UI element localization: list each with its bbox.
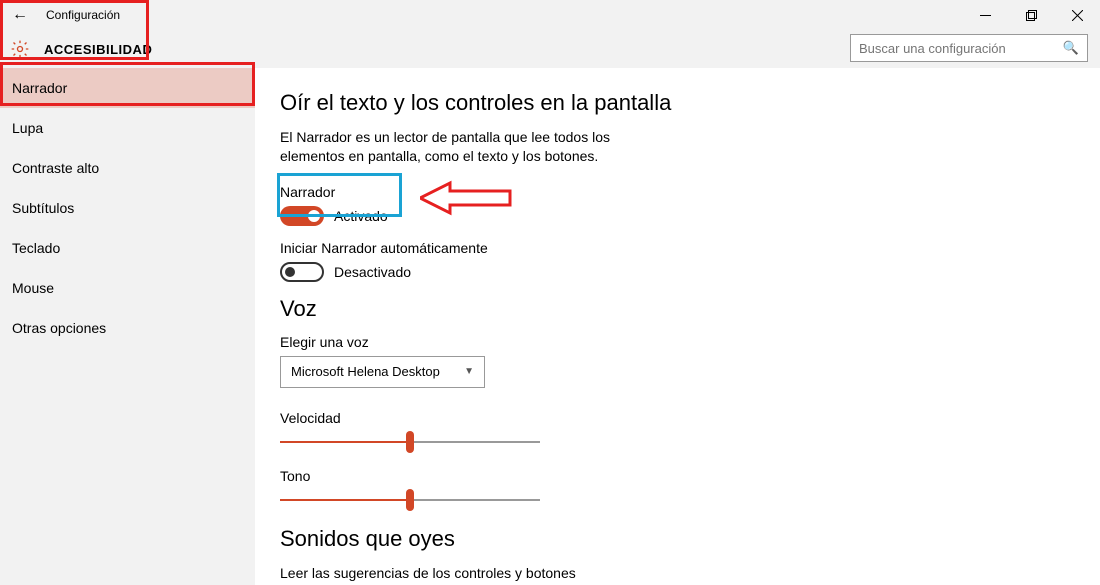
voice-dropdown-value: Microsoft Helena Desktop — [291, 364, 440, 379]
sidebar-item-teclado[interactable]: Teclado — [0, 228, 255, 268]
sidebar-item-label: Lupa — [12, 120, 43, 136]
tone-label: Tono — [280, 468, 540, 484]
sidebar-item-label: Contraste alto — [12, 160, 99, 176]
speed-label: Velocidad — [280, 410, 540, 426]
sidebar-item-mouse[interactable]: Mouse — [0, 268, 255, 308]
minimize-button[interactable] — [962, 0, 1008, 30]
sidebar: Narrador Lupa Contraste alto Subtítulos … — [0, 68, 255, 585]
search-input[interactable] — [859, 41, 1063, 56]
maximize-button[interactable] — [1008, 0, 1054, 30]
section-desc: El Narrador es un lector de pantalla que… — [280, 128, 675, 166]
search-icon: 🔍 — [1063, 40, 1079, 56]
sidebar-item-label: Narrador — [12, 80, 67, 96]
toggle-label-narrador: Narrador — [280, 184, 1080, 200]
window-controls — [962, 0, 1100, 30]
slider-thumb[interactable] — [406, 431, 414, 453]
chevron-down-icon: ▼ — [464, 366, 474, 377]
toggle-auto-narrador[interactable] — [280, 262, 324, 282]
gear-icon — [10, 39, 30, 59]
titlebar: ← Configuración — [0, 0, 1100, 30]
content: Oír el texto y los controles en la panta… — [255, 68, 1100, 585]
sidebar-item-otras[interactable]: Otras opciones — [0, 308, 255, 348]
toggle-narrador[interactable] — [280, 206, 324, 226]
section-heading-sounds: Sonidos que oyes — [280, 526, 1080, 552]
sidebar-item-label: Otras opciones — [12, 320, 106, 336]
sidebar-item-contraste[interactable]: Contraste alto — [0, 148, 255, 188]
tone-slider[interactable] — [280, 490, 540, 510]
close-button[interactable] — [1054, 0, 1100, 30]
voice-dropdown[interactable]: Microsoft Helena Desktop ▼ — [280, 356, 485, 388]
page-title: ACCESIBILIDAD — [44, 42, 152, 57]
toggle-state-auto: Desactivado — [334, 264, 411, 280]
toggle-state-narrador: Activado — [334, 208, 388, 224]
sidebar-item-label: Teclado — [12, 240, 60, 256]
sidebar-item-subtitulos[interactable]: Subtítulos — [0, 188, 255, 228]
speed-slider[interactable] — [280, 432, 540, 452]
sidebar-item-label: Mouse — [12, 280, 54, 296]
voice-label: Elegir una voz — [280, 334, 1080, 350]
back-button[interactable]: ← — [12, 6, 28, 24]
sidebar-item-label: Subtítulos — [12, 200, 74, 216]
section-heading-voice: Voz — [280, 296, 1080, 322]
search-box[interactable]: 🔍 — [850, 34, 1088, 62]
slider-thumb[interactable] — [406, 489, 414, 511]
header: ACCESIBILIDAD 🔍 — [0, 30, 1100, 68]
toggle-label-auto: Iniciar Narrador automáticamente — [280, 240, 1080, 256]
section-heading-hear: Oír el texto y los controles en la panta… — [280, 90, 1080, 116]
sidebar-item-narrador[interactable]: Narrador — [0, 68, 255, 108]
sounds-desc: Leer las sugerencias de los controles y … — [280, 564, 675, 583]
sidebar-item-lupa[interactable]: Lupa — [0, 108, 255, 148]
window-title: Configuración — [46, 8, 120, 22]
